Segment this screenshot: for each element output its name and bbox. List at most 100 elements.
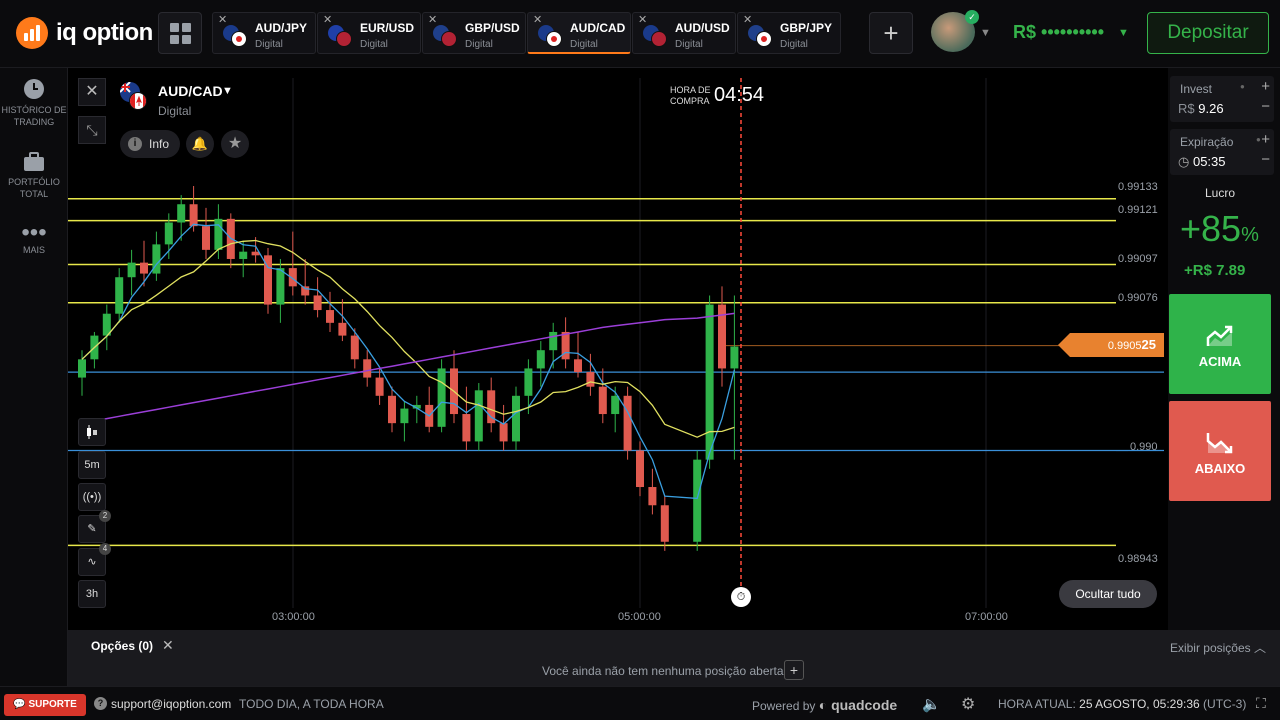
balance-display[interactable]: R$ ••••••••••	[1013, 22, 1104, 43]
candle-body	[326, 310, 334, 323]
invest-plus-button[interactable]: +	[1261, 78, 1270, 95]
price-level-label: 0.99133	[1118, 181, 1158, 193]
top-bar: iq option ✕ AUD/JPY Digital ✕ EUR/USD Digital…	[0, 0, 1280, 68]
chevron-up-icon: ︿	[1253, 641, 1266, 655]
chart-type-candles-icon[interactable]	[78, 418, 106, 446]
quadcode-logo-icon: ◐	[818, 697, 828, 713]
price-level-label: 0.99076	[1118, 292, 1158, 304]
candle-body	[437, 368, 446, 427]
asset-tab-eur-usd[interactable]: ✕ EUR/USD Digital	[317, 12, 421, 54]
add-position-button[interactable]: +	[784, 660, 804, 680]
expiry-field[interactable]: Expiração ● ◷ 05:35 + −	[1170, 129, 1274, 175]
expiry-plus-button[interactable]: +	[1261, 131, 1270, 148]
timeframe-button[interactable]: 5m	[78, 451, 106, 479]
tab-asset-type: Digital	[255, 39, 283, 50]
period-button[interactable]: 3h	[78, 580, 106, 608]
help-icon[interactable]: ●	[1240, 82, 1250, 92]
tab-asset-name: AUD/CAD	[570, 21, 626, 35]
clock-icon: ◷	[1178, 154, 1190, 169]
tab-asset-type: Digital	[360, 39, 388, 50]
candle-body	[164, 222, 173, 245]
sound-icon[interactable]: 🔈	[922, 695, 941, 713]
asset-tab-aud-usd[interactable]: ✕ AUD/USD Digital	[632, 12, 736, 54]
candle-body	[313, 295, 322, 311]
tab-asset-type: Digital	[675, 39, 703, 50]
drawing-tools-pencil-icon[interactable]: ✎ 2	[78, 510, 111, 543]
close-chart-icon[interactable]: ✕	[78, 78, 106, 106]
options-panel: Opções (0) ✕ Você ainda não tem nenhuma …	[68, 630, 1280, 686]
candle-body	[214, 218, 223, 250]
tab-asset-name: EUR/USD	[360, 21, 415, 35]
candle-body	[549, 331, 558, 351]
drawing-count-badge: 2	[99, 510, 111, 522]
indicator-count-badge: 4	[99, 543, 111, 555]
tab-asset-type: Digital	[570, 39, 598, 50]
candle-body	[598, 386, 607, 415]
signal-icon[interactable]: ((•))	[78, 483, 106, 511]
current-price-tag: 0.990525	[1058, 333, 1164, 357]
candle-body	[536, 350, 545, 369]
expiry-timer-icon[interactable]: ⏱	[731, 587, 751, 607]
minimize-chart-icon[interactable]: ⤡	[78, 116, 106, 144]
asset-tab-aud-cad[interactable]: ✕ AUD/CAD Digital	[527, 12, 631, 54]
indicators-wave-icon[interactable]: ∿ 4	[78, 543, 111, 576]
profit-percent: +85%	[1180, 208, 1259, 249]
time-axis-label: 07:00:00	[965, 611, 1008, 623]
trend-up-icon	[1206, 325, 1233, 346]
put-down-button[interactable]: ABAIXO	[1169, 401, 1271, 501]
candle-body	[363, 359, 372, 378]
show-positions-toggle[interactable]: Exibir posições ︿	[1170, 639, 1266, 656]
gear-icon[interactable]: ⚙	[961, 694, 975, 714]
hide-all-button[interactable]: Ocultar tudo	[1059, 580, 1157, 608]
avatar-caret-icon[interactable]: ▼	[980, 27, 991, 39]
asset-tab-aud-jpy[interactable]: ✕ AUD/JPY Digital	[212, 12, 316, 54]
info-button[interactable]: i Info	[120, 130, 180, 158]
candle-body	[636, 450, 644, 488]
candle-body	[730, 346, 739, 369]
no-positions-text: Você ainda não tem nenhuma posição abert…	[542, 664, 784, 678]
candle-body	[127, 262, 136, 278]
invest-field[interactable]: Invest ● R$ 9.26 + −	[1170, 76, 1274, 122]
support-email-link[interactable]: support@iqoption.com	[111, 697, 231, 711]
call-up-button[interactable]: ACIMA	[1169, 294, 1271, 394]
invest-minus-button[interactable]: −	[1261, 98, 1270, 115]
options-title[interactable]: Opções (0)	[91, 639, 153, 653]
expiry-minus-button[interactable]: −	[1261, 151, 1270, 168]
candle-body	[648, 487, 657, 506]
asset-dropdown-caret-icon[interactable]: ▼	[222, 85, 233, 97]
balance-caret-icon[interactable]: ▼	[1118, 27, 1129, 39]
trend-down-icon	[1206, 433, 1233, 454]
all-assets-grid-button[interactable]	[158, 12, 202, 54]
add-tab-button[interactable]: +	[869, 12, 913, 54]
logo-text: iq option	[56, 19, 153, 46]
candle-body	[140, 262, 148, 274]
more-dots-icon: •••	[21, 219, 47, 246]
sidebar-item-total-portfolio[interactable]: PORTFÓLIO TOTAL	[0, 152, 68, 200]
pair-flags-icon	[538, 25, 564, 47]
deposit-button[interactable]: Depositar	[1147, 12, 1269, 54]
price-level-label: 0.99121	[1118, 204, 1158, 216]
asset-tab-gbp-usd[interactable]: ✕ GBP/USD Digital	[422, 12, 526, 54]
fullscreen-icon[interactable]: ⛶	[1256, 695, 1266, 712]
candle-body	[177, 204, 186, 223]
close-icon[interactable]: ✕	[162, 637, 174, 654]
asset-tab-gbp-jpy[interactable]: ✕ GBP/JPY Digital	[737, 12, 841, 54]
candle-body	[301, 286, 310, 296]
star-icon[interactable]: ★	[221, 130, 249, 158]
bell-icon[interactable]: 🔔	[186, 130, 214, 158]
sidebar-item-more[interactable]: ••• MAIS	[0, 219, 68, 256]
pair-flags-icon	[643, 25, 669, 47]
powered-by[interactable]: Powered by ◐ quadcode	[752, 697, 897, 713]
buy-time-label: HORA DE COMPRA	[670, 85, 711, 106]
avatar[interactable]: ✓	[931, 10, 979, 52]
logo[interactable]: iq option	[16, 17, 153, 49]
tab-asset-type: Digital	[465, 39, 493, 50]
asset-type: Digital	[158, 104, 192, 118]
asset-name[interactable]: AUD/CAD	[158, 83, 223, 99]
support-button[interactable]: 💬 SUPORTE	[4, 694, 86, 716]
pair-flags-icon	[223, 25, 249, 47]
candle-body	[611, 395, 620, 415]
clock-icon	[0, 78, 68, 100]
buy-time-countdown: 04:54	[714, 84, 765, 106]
sidebar-item-trading-history[interactable]: HISTÓRICO DE TRADING	[0, 78, 68, 128]
